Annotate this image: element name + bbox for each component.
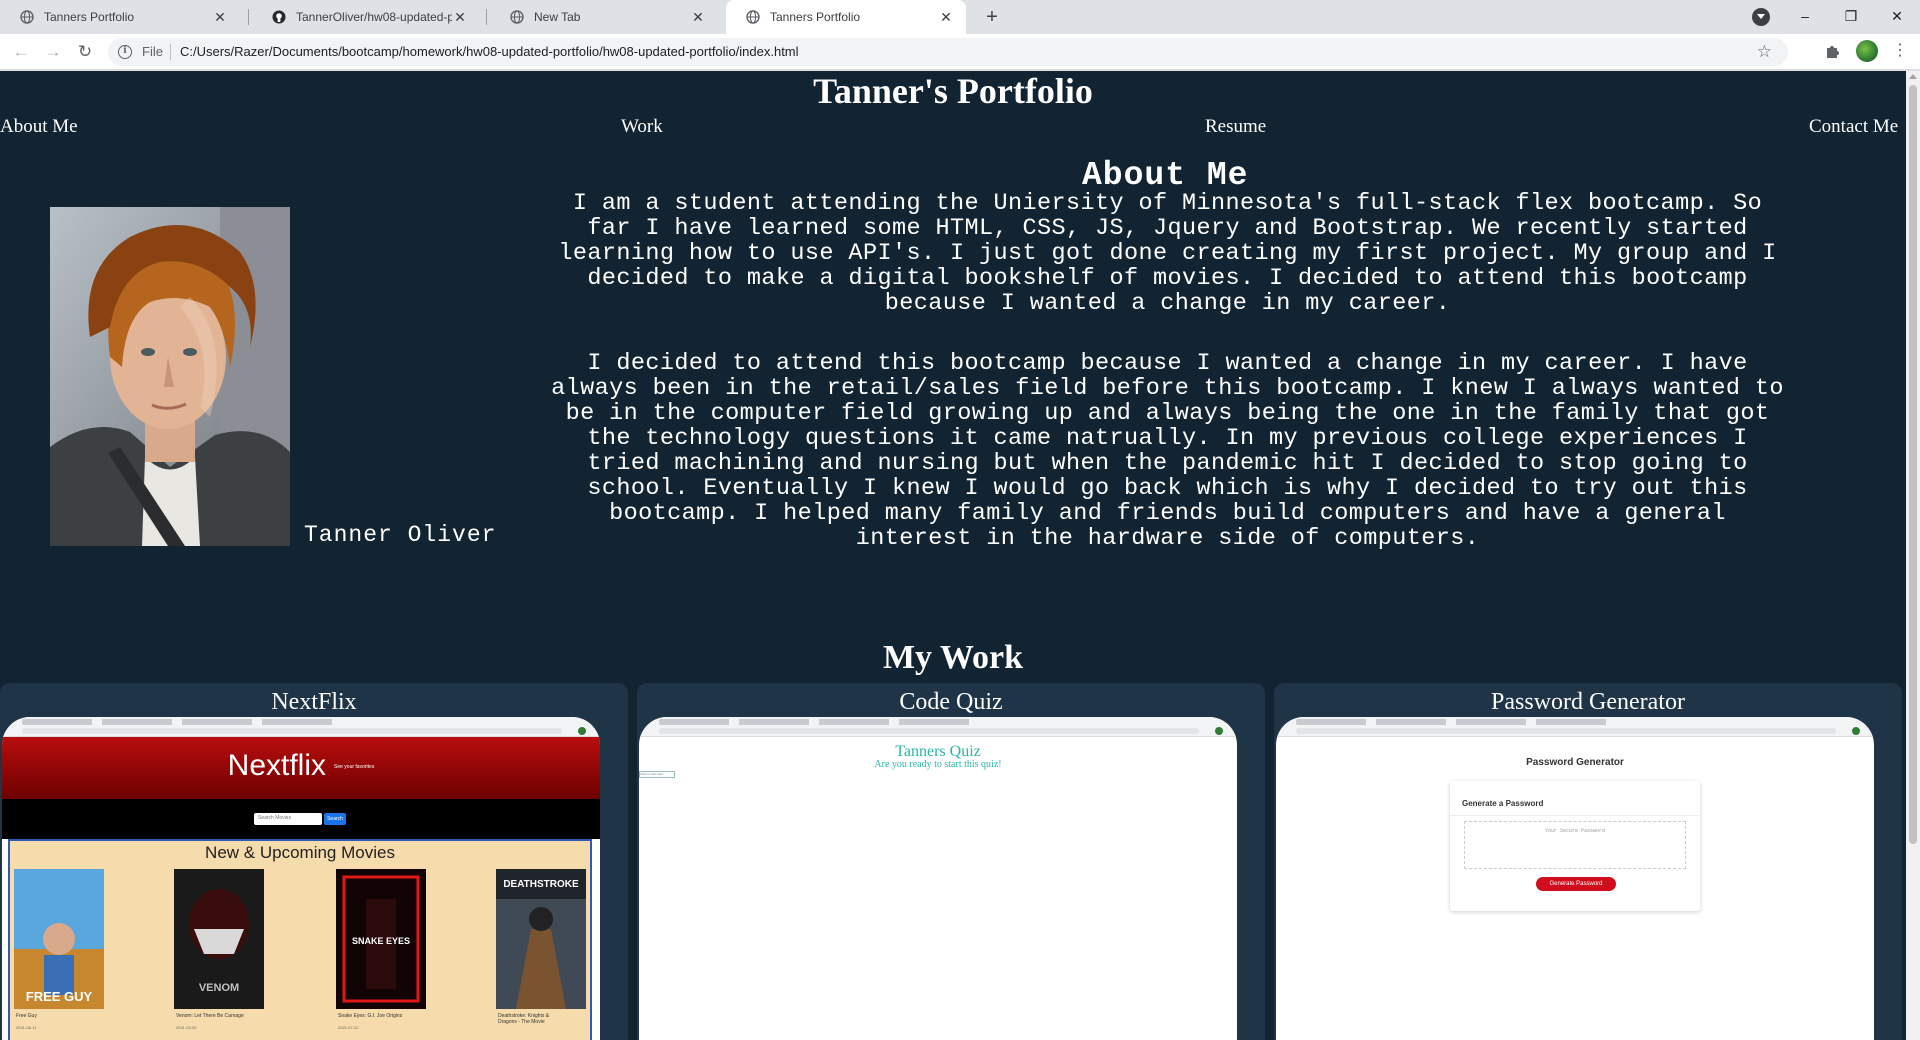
tab-tanners-portfolio-1[interactable]: Tanners Portfolio ✕ [0,0,240,34]
page-viewport: Tanner's Portfolio About Me Work Resume … [0,71,1906,1040]
divider [1450,815,1700,816]
tab-new-tab[interactable]: New Tab ✕ [490,0,718,34]
minimize-button[interactable]: – [1782,0,1828,34]
close-window-button[interactable]: ✕ [1874,0,1920,34]
movie-poster: SNAKE EYES [336,869,426,1009]
nav-link-resume[interactable]: Resume [1205,116,1266,138]
reload-button[interactable]: ↻ [74,41,96,63]
tab-title: TannerOliver/hw08-updated-por [296,10,452,24]
svg-text:VENOM: VENOM [199,982,239,994]
nav-link-contact[interactable]: Contact Me [1809,116,1898,138]
nextflix-search-input: Search Movies [254,813,322,825]
globe-icon [510,10,524,24]
project-card-password-generator[interactable]: Password Generator Password Generator Ge… [1274,683,1902,1040]
project-title: Password Generator [1491,689,1685,715]
profile-name: Tanner Oliver [304,522,497,548]
project-screenshot-password-generator[interactable]: Password Generator Generate a Password Y… [1276,717,1874,1040]
tab-github-repo[interactable]: TannerOliver/hw08-updated-por ✕ [252,0,480,34]
tab-title: New Tab [534,10,581,24]
generate-password-button: Generate Password [1536,877,1616,891]
tab-divider [486,9,487,25]
nextflix-banner: Nextflix See your favorites [2,737,600,799]
profile-avatar[interactable] [1856,40,1878,62]
movie-title: Deathstroke: Knights & Dragons - The Mov… [498,1013,550,1025]
info-icon[interactable]: i [118,45,132,59]
movie-date: 2021-07-22 [338,1025,359,1030]
about-paragraph-2: I decided to attend this bootcamp becaus… [551,350,1784,552]
password-card: Generate a Password Your Secure Password… [1450,781,1700,911]
tab-title: Tanners Portfolio [44,10,135,24]
nextflix-search-button: Search [324,813,346,825]
movie-title: Venom: Let There Be Carnage [176,1013,244,1019]
divider [170,44,171,60]
extensions-puzzle-icon[interactable] [1824,42,1842,60]
tab-search-icon[interactable] [1752,8,1770,26]
password-generator-title: Password Generator [1526,757,1624,768]
address-bar[interactable]: i File C:/Users/Razer/Documents/bootcamp… [108,38,1788,66]
movie-poster: FREE GUY [14,869,104,1009]
scroll-up-arrow-icon[interactable] [1909,74,1917,79]
close-icon[interactable]: ✕ [452,9,468,26]
project-card-code-quiz[interactable]: Code Quiz Tanners Quiz Are you ready to … [637,683,1265,1040]
project-screenshot-nextflix[interactable]: Nextflix See your favorites Search Movies… [2,717,600,1040]
nextflix-search-bar: Search Movies Search [2,799,600,839]
movie-date: 2021-09-30 [176,1025,197,1030]
new-tab-button[interactable]: + [978,4,1006,30]
svg-text:SNAKE EYES: SNAKE EYES [352,936,410,946]
browser-toolbar: ← → ↻ i File C:/Users/Razer/Documents/bo… [0,34,1920,70]
movie-poster: VENOM [174,869,264,1009]
nav-link-about[interactable]: About Me [0,116,78,138]
nextflix-movies-section: New & Upcoming Movies FREE GUY Free Guy … [8,839,592,1040]
restore-button[interactable]: ❐ [1828,0,1874,34]
movie-date: 2021-08-11 [16,1025,37,1030]
nextflix-logo: Nextflix See your favorites [227,749,375,782]
profile-photo [50,207,290,546]
work-heading: My Work [882,639,1024,676]
bookmark-star-icon[interactable]: ☆ [1757,42,1772,62]
page-title: Tanner's Portfolio [813,71,1093,111]
url-scheme: File [142,44,163,59]
tab-tanners-portfolio-active[interactable]: Tanners Portfolio ✕ [726,0,966,34]
nav-link-work[interactable]: Work [621,116,663,138]
url-text[interactable]: C:/Users/Razer/Documents/bootcamp/homewo… [180,44,799,59]
tab-divider [248,9,249,25]
about-paragraph-1: I am a student attending the Uniersity o… [558,190,1777,317]
close-icon[interactable]: ✕ [690,9,706,26]
project-screenshot-code-quiz[interactable]: Tanners Quiz Are you ready to start this… [639,717,1237,1040]
page-scrollbar[interactable] [1906,71,1920,1040]
svg-text:DEATHSTROKE: DEATHSTROKE [503,879,579,890]
tab-strip: Tanners Portfolio ✕ TannerOliver/hw08-up… [0,0,1920,34]
svg-text:FREE GUY: FREE GUY [26,989,93,1004]
movie-poster: DEATHSTROKE [496,869,586,1009]
forward-button[interactable]: → [42,41,64,63]
password-card-title: Generate a Password [1462,799,1544,808]
movie-title: Free Guy [16,1013,37,1019]
project-title: Code Quiz [899,689,1003,715]
screenshot-browser-bar [1276,717,1874,737]
close-icon[interactable]: ✕ [938,9,954,26]
github-icon [272,10,286,24]
scrollbar-thumb[interactable] [1909,85,1917,844]
screenshot-browser-bar [639,717,1237,737]
quiz-subtitle: Are you ready to start this quiz! [874,759,1002,770]
tab-title: Tanners Portfolio [770,10,861,24]
nextflix-section-heading: New & Upcoming Movies [205,843,395,862]
project-title: NextFlix [271,689,357,715]
screenshot-browser-bar [2,717,600,737]
quiz-start-button: Click to start Quiz [639,771,675,778]
project-card-nextflix[interactable]: NextFlix Nextflix See your favorites Sear… [0,683,628,1040]
globe-icon [746,10,760,24]
close-icon[interactable]: ✕ [212,9,228,26]
back-button[interactable]: ← [10,41,32,63]
movie-title: Snake Eyes: G.I. Joe Origins [338,1013,403,1019]
password-output-field: Your Secure Password [1464,821,1686,869]
globe-icon [20,10,34,24]
menu-kebab-icon[interactable]: ⋮ [1892,41,1908,61]
